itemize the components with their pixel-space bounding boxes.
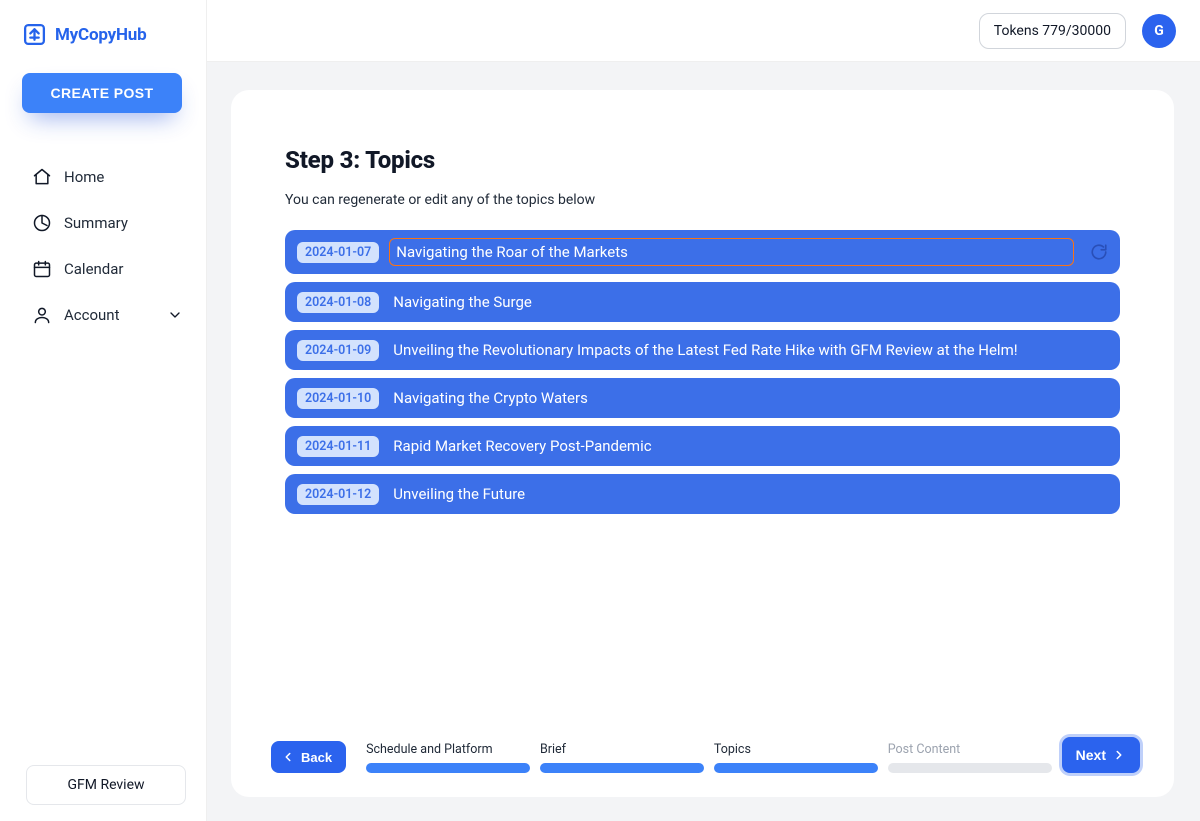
topic-list: 2024-01-07 2024-01-08 Navigating the Sur… [285,230,1120,514]
regenerate-icon[interactable] [1090,243,1108,261]
sidebar-item-summary[interactable]: Summary [22,203,193,243]
page-title: Step 3: Topics [285,146,1120,174]
sidebar-item-account[interactable]: Account [22,295,193,335]
step-indicator: Schedule and Platform Brief Topics [366,742,1052,773]
step-bar [366,763,530,773]
sidebar-item-label: Calendar [64,260,124,278]
topic-date: 2024-01-11 [297,436,379,457]
topic-title: Unveiling the Revolutionary Impacts of t… [389,338,1108,362]
sidebar-nav: Home Summary Calendar Account [22,157,193,335]
topic-date: 2024-01-08 [297,292,379,313]
tokens-label: Tokens 779/30000 [994,23,1111,39]
sidebar-item-calendar[interactable]: Calendar [22,249,193,289]
wizard-footer: Back Schedule and Platform Brief Topics [231,737,1174,773]
next-label: Next [1076,747,1106,763]
next-button[interactable]: Next [1062,737,1140,773]
logo-icon [22,22,47,47]
step-post-content: Post Content [888,742,1052,773]
topic-title: Navigating the Surge [389,290,1108,314]
topic-row[interactable]: 2024-01-07 [285,230,1120,274]
topic-title: Rapid Market Recovery Post-Pandemic [389,434,1108,458]
step-label: Schedule and Platform [366,742,530,757]
step-label: Topics [714,742,878,757]
chevron-right-icon [1112,748,1126,762]
sidebar-item-label: Summary [64,214,128,232]
project-name: GFM Review [67,777,144,793]
topic-title: Navigating the Crypto Waters [389,386,1108,410]
topic-row[interactable]: 2024-01-12 Unveiling the Future [285,474,1120,514]
step-label: Post Content [888,742,1052,757]
topic-row[interactable]: 2024-01-11 Rapid Market Recovery Post-Pa… [285,426,1120,466]
step-bar [540,763,704,773]
chevron-left-icon [281,750,295,764]
sidebar-item-label: Account [64,306,120,324]
back-button[interactable]: Back [271,741,346,773]
topic-row[interactable]: 2024-01-08 Navigating the Surge [285,282,1120,322]
step-bar [714,763,878,773]
logo-text: MyCopyHub [55,25,146,45]
sidebar: MyCopyHub CREATE POST Home Summary Cal [0,0,207,821]
topic-row[interactable]: 2024-01-10 Navigating the Crypto Waters [285,378,1120,418]
home-icon [32,167,52,187]
back-label: Back [301,750,332,765]
account-icon [32,305,52,325]
calendar-icon [32,259,52,279]
step-brief: Brief [540,742,704,773]
topic-date: 2024-01-09 [297,340,379,361]
topic-date: 2024-01-10 [297,388,379,409]
topbar: Tokens 779/30000 G [207,0,1200,62]
content-area: Step 3: Topics You can regenerate or edi… [207,62,1200,821]
project-selector[interactable]: GFM Review [26,765,186,805]
topic-date: 2024-01-12 [297,484,379,505]
topic-date: 2024-01-07 [297,242,379,263]
main-column: Tokens 779/30000 G Step 3: Topics You ca… [207,0,1200,821]
logo: MyCopyHub [22,22,193,47]
step-label: Brief [540,742,704,757]
page-subtitle: You can regenerate or edit any of the to… [285,192,1120,208]
topic-title: Unveiling the Future [389,482,1108,506]
topic-row[interactable]: 2024-01-09 Unveiling the Revolutionary I… [285,330,1120,370]
step-bar [888,763,1052,773]
sidebar-item-label: Home [64,168,104,186]
avatar-initial: G [1154,23,1164,39]
chevron-down-icon [167,307,183,323]
wizard-card: Step 3: Topics You can regenerate or edi… [231,90,1174,797]
tokens-counter[interactable]: Tokens 779/30000 [979,13,1126,49]
step-schedule: Schedule and Platform [366,742,530,773]
create-post-button[interactable]: CREATE POST [22,73,182,113]
avatar[interactable]: G [1142,14,1176,48]
summary-icon [32,213,52,233]
step-topics: Topics [714,742,878,773]
sidebar-item-home[interactable]: Home [22,157,193,197]
topic-title-input[interactable] [389,238,1074,266]
